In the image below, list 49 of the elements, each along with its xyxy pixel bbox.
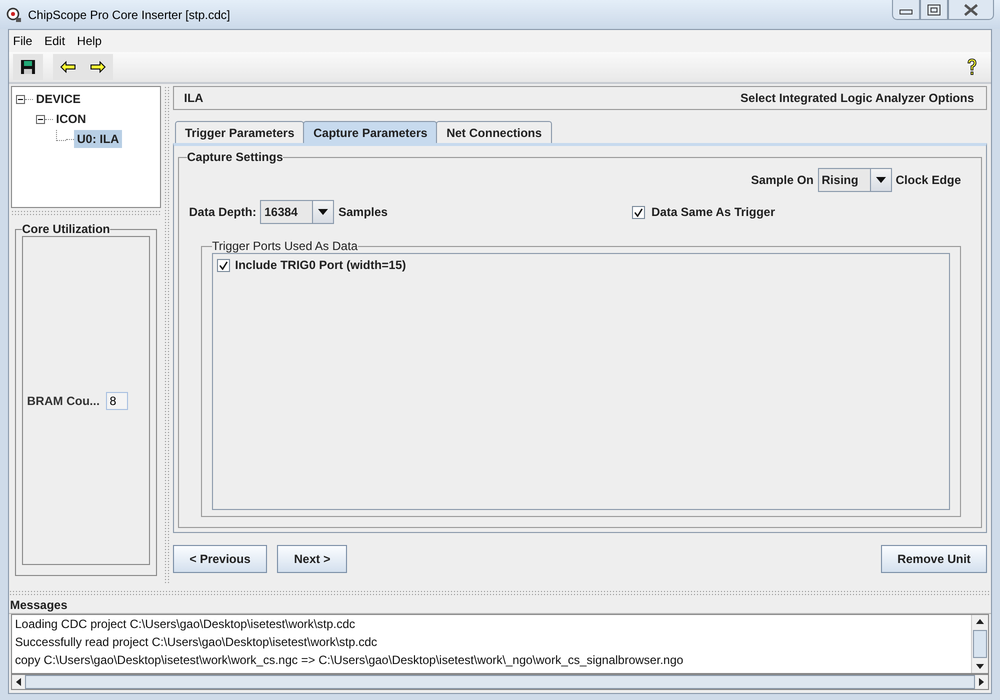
panel-title: Core Utilization [22,222,110,236]
caret-icon [876,177,886,183]
collapse-icon[interactable] [36,114,45,124]
menu-item[interactable]: Help [77,34,102,48]
group-title: Capture Settings [187,150,284,164]
vertical-scrollbar[interactable] [971,615,988,673]
horizontal-scrollbar[interactable] [11,674,989,690]
caret-icon [318,209,328,215]
message-line: copy C:\Users\gao\Desktop\isetest\work\work_cs.ngc => C:\Users\gao\Desktop\isetest\work\_ngo\work_cs_signalbrowser.ngo [15,652,684,669]
tree-item[interactable]: DEVICE [33,90,84,108]
header-subtitle: Select Integrated Logic Analyzer Options [740,91,974,105]
tab[interactable]: Net Connections [436,121,552,143]
maximize-button[interactable] [920,0,948,20]
close-button[interactable] [948,0,994,20]
maximize-icon [927,4,941,16]
group-title: Trigger Ports Used As Data [212,239,358,253]
app-icon [6,6,22,22]
menu-item[interactable]: File [13,34,32,48]
menu-item[interactable]: Edit [44,34,66,48]
data-depth-label: Data Depth: [189,205,256,219]
data-depth-dropdown[interactable]: 16384 [260,200,334,224]
right-arrow-icon[interactable] [979,678,984,686]
checkbox-label: Include TRIG0 Port (width=15) [235,258,406,272]
tree-item[interactable]: U0: ILA [74,130,122,148]
nav-button[interactable]: Next > [277,545,348,573]
bram-count-field: 8 [106,392,128,410]
up-arrow-icon[interactable] [976,619,984,624]
clock-edge-label: Clock Edge [896,173,961,187]
down-arrow-icon[interactable] [976,664,984,669]
checkbox[interactable] [217,258,230,272]
samples-label: Samples [338,205,388,219]
tab[interactable]: Capture Parameters [303,121,438,143]
checkbox[interactable] [632,206,646,218]
nav-button[interactable]: < Previous [173,545,267,573]
close-icon [963,4,979,16]
left-arrow-icon[interactable] [16,678,21,686]
checkbox-label: Data Same As Trigger [651,205,775,219]
nav-button[interactable]: Remove Unit [881,545,987,573]
tree-item[interactable]: ICON [53,110,89,128]
tab[interactable]: Trigger Parameters [175,121,304,143]
message-line: Loading CDC project C:\Users\gao\Desktop\isetest\work\stp.cdc [15,616,356,633]
message-line: Successfully read project C:\Users\gao\Desktop\isetest\work\stp.cdc [15,634,378,651]
bram-count-label: BRAM Cou... [27,394,100,408]
minimize-button[interactable] [892,0,920,20]
sample-edge-dropdown[interactable]: Rising [818,168,892,192]
collapse-icon[interactable] [16,94,25,104]
header-title: ILA [184,91,204,105]
window-title: ChipScope Pro Core Inserter [stp.cdc] [28,8,230,22]
sample-on-label: Sample On [750,173,814,187]
